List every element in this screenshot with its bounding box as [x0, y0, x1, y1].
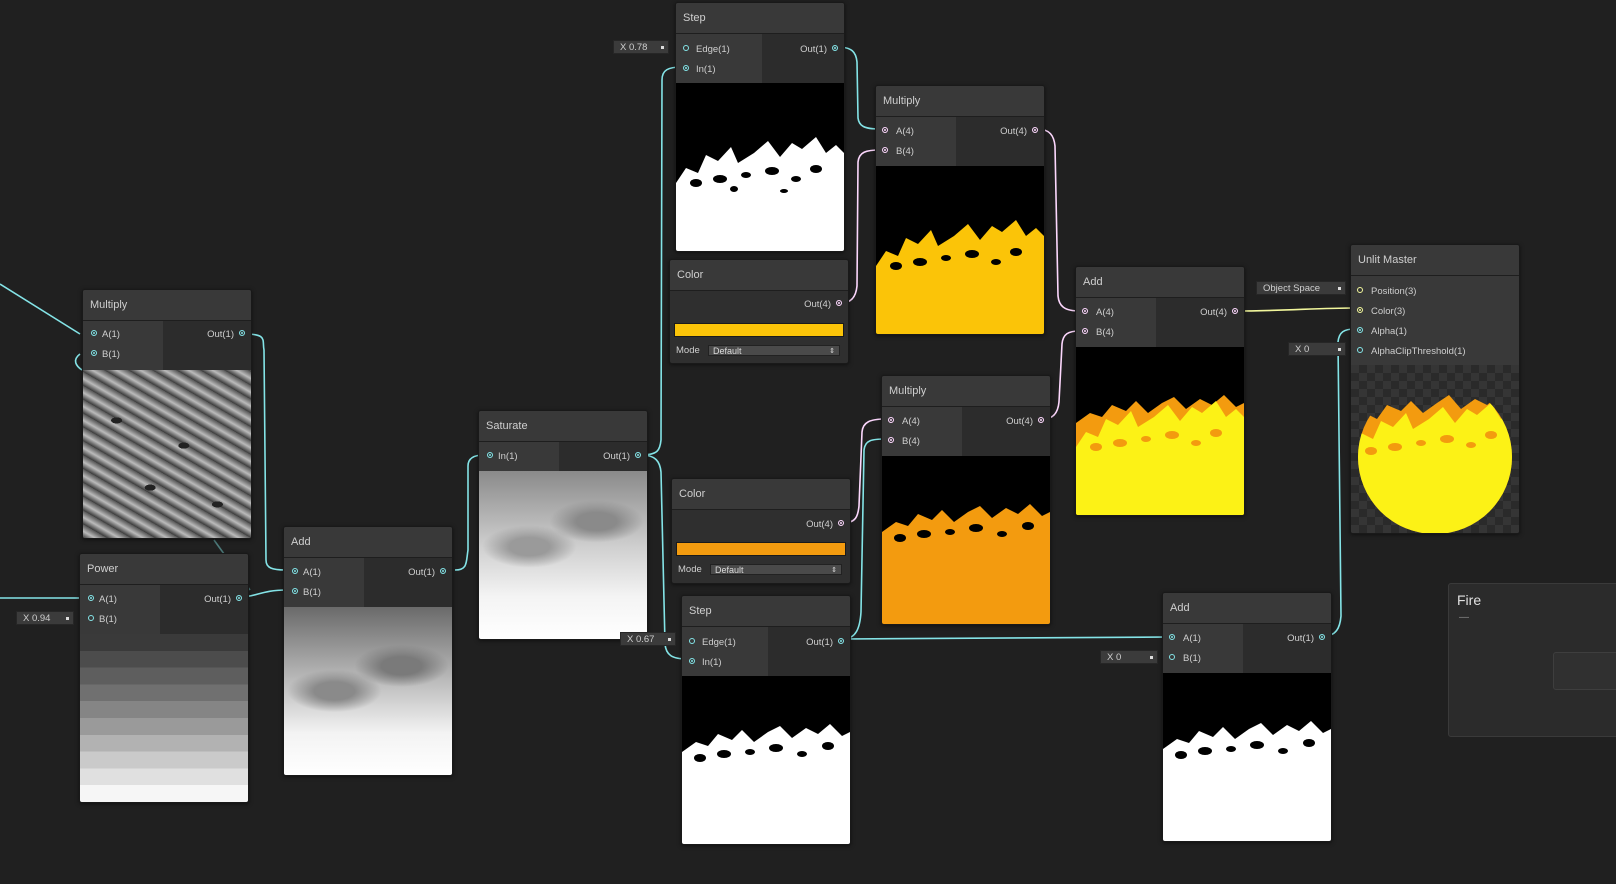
- unlit-master-node[interactable]: Unlit Master Position(3) Color(3) Alpha(…: [1350, 244, 1520, 534]
- step-edge-value-field[interactable]: X 0.78: [613, 40, 669, 54]
- mode-dropdown[interactable]: Default ⇕: [708, 345, 840, 356]
- alpha-clip-value-field[interactable]: X 0: [1288, 342, 1346, 356]
- input-port-in[interactable]: In(1): [689, 657, 722, 668]
- input-port-b[interactable]: B(1): [1169, 653, 1201, 664]
- node-preview: [284, 607, 452, 775]
- input-port-b[interactable]: B(1): [292, 587, 321, 598]
- input-port-alpha-clip[interactable]: AlphaClipThreshold(1): [1357, 346, 1466, 357]
- input-port-color[interactable]: Color(3): [1357, 306, 1405, 317]
- input-port-a[interactable]: A(4): [888, 416, 920, 427]
- power-node[interactable]: Power A(1) B(1) Out(1): [79, 553, 249, 803]
- step-mask-shape: [682, 724, 850, 844]
- output-port[interactable]: Out(4): [1000, 126, 1038, 137]
- master-preview: [1351, 365, 1519, 533]
- multiply-node[interactable]: Multiply A(4) B(4) Out(4): [881, 375, 1051, 625]
- output-port[interactable]: Out(4): [804, 299, 842, 310]
- add-node[interactable]: Add A(1) B(1) Out(1): [1162, 592, 1332, 842]
- output-port[interactable]: Out(1): [408, 567, 446, 578]
- input-port-a[interactable]: A(1): [91, 329, 120, 340]
- multiply-node[interactable]: Multiply A(1) B(1) Out(1): [82, 289, 252, 539]
- output-port[interactable]: Out(4): [1200, 307, 1238, 318]
- output-port[interactable]: Out(1): [603, 451, 641, 462]
- input-port-a[interactable]: A(4): [1082, 307, 1114, 318]
- color-swatch[interactable]: [676, 542, 846, 556]
- node-title: Multiply: [83, 290, 251, 321]
- color-node[interactable]: Color Out(4) Mode Default ⇕: [669, 259, 849, 364]
- node-title: Color: [672, 479, 850, 510]
- input-port-in[interactable]: In(1): [487, 451, 518, 462]
- node-preview: [1076, 347, 1244, 515]
- add-b-value-field[interactable]: X 0: [1100, 650, 1158, 664]
- wire: [0, 283, 81, 335]
- node-title: Step: [676, 3, 844, 34]
- output-port[interactable]: Out(1): [204, 594, 242, 605]
- node-preview: [876, 166, 1044, 334]
- multiply-node[interactable]: Multiply A(4) B(4) Out(4): [875, 85, 1045, 335]
- input-port-b[interactable]: B(4): [882, 146, 914, 157]
- position-space-field[interactable]: Object Space: [1256, 281, 1346, 295]
- output-port[interactable]: Out(1): [806, 637, 844, 648]
- yellow-mask-shape: [876, 220, 1044, 334]
- saturate-node[interactable]: Saturate In(1) Out(1): [478, 410, 648, 640]
- wire: [842, 636, 1169, 640]
- node-title: Add: [1163, 593, 1331, 624]
- alpha-mask-shape: [1163, 721, 1331, 841]
- input-port-a[interactable]: A(1): [88, 594, 117, 605]
- step-edge-value-field[interactable]: X 0.67: [620, 632, 676, 646]
- node-preview: [83, 370, 251, 538]
- input-port-a[interactable]: A(1): [1169, 633, 1201, 644]
- mode-label: Mode: [676, 345, 700, 356]
- input-port-b[interactable]: B(1): [91, 349, 120, 360]
- node-preview: [682, 676, 850, 844]
- output-port[interactable]: Out(1): [207, 329, 245, 340]
- output-port[interactable]: Out(4): [806, 519, 844, 530]
- node-title: Multiply: [882, 376, 1050, 407]
- step-mask-shape: [676, 137, 844, 251]
- mode-dropdown[interactable]: Default ⇕: [710, 564, 842, 575]
- input-port-alpha[interactable]: Alpha(1): [1357, 326, 1407, 337]
- output-port[interactable]: Out(1): [800, 44, 838, 55]
- input-port-position[interactable]: Position(3): [1357, 286, 1416, 297]
- input-port-edge[interactable]: Edge(1): [689, 637, 736, 648]
- output-port[interactable]: Out(4): [1006, 416, 1044, 427]
- node-title: Step: [682, 596, 850, 627]
- color-node[interactable]: Color Out(4) Mode Default ⇕: [671, 478, 851, 584]
- input-port-b[interactable]: B(4): [1082, 327, 1114, 338]
- node-title: Unlit Master: [1351, 245, 1519, 276]
- node-title: Power: [80, 554, 248, 585]
- node-preview: [1163, 673, 1331, 841]
- blackboard-panel[interactable]: Fire —: [1448, 583, 1616, 737]
- blackboard-inner-panel: [1553, 652, 1616, 690]
- input-port-b[interactable]: B(4): [888, 436, 920, 447]
- input-port-a[interactable]: A(4): [882, 126, 914, 137]
- input-port-edge[interactable]: Edge(1): [683, 44, 730, 55]
- node-title: Add: [1076, 267, 1244, 298]
- input-port-in[interactable]: In(1): [683, 64, 716, 75]
- node-preview: [80, 634, 248, 802]
- orange-mask-shape: [882, 504, 1050, 624]
- blackboard-title: Fire: [1457, 592, 1482, 608]
- node-preview: [882, 456, 1050, 624]
- input-port-b[interactable]: B(1): [88, 614, 117, 625]
- wire: [1235, 307, 1355, 312]
- node-title: Multiply: [876, 86, 1044, 117]
- node-title: Color: [670, 260, 848, 291]
- input-port-a[interactable]: A(1): [292, 567, 321, 578]
- output-port[interactable]: Out(1): [1287, 633, 1325, 644]
- blackboard-subtitle: —: [1459, 612, 1469, 623]
- fire-color-shape: [1076, 395, 1244, 515]
- fire-sphere-shape: [1358, 395, 1512, 533]
- step-node[interactable]: Step Edge(1) In(1) Out(1): [675, 2, 845, 252]
- power-b-value-field[interactable]: X 0.94: [16, 611, 74, 625]
- add-node[interactable]: Add A(1) B(1) Out(1): [283, 526, 453, 776]
- add-node[interactable]: Add A(4) B(4) Out(4): [1075, 266, 1245, 516]
- node-title: Saturate: [479, 411, 647, 442]
- node-preview: [479, 471, 647, 639]
- step-node[interactable]: Step Edge(1) In(1) Out(1): [681, 595, 851, 845]
- mode-label: Mode: [678, 564, 702, 575]
- node-title: Add: [284, 527, 452, 558]
- node-preview: [676, 83, 844, 251]
- color-swatch[interactable]: [674, 323, 844, 337]
